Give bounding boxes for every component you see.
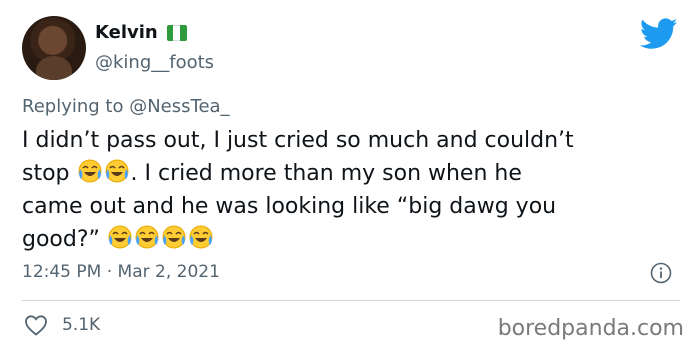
- tears-of-joy-emoji: [134, 224, 160, 250]
- author-handle[interactable]: @king__foots: [95, 52, 214, 73]
- author-row: Kelvin: [95, 22, 187, 43]
- nigeria-flag-icon: [166, 24, 187, 41]
- tears-of-joy-emoji: [161, 224, 187, 250]
- info-icon[interactable]: [650, 262, 672, 284]
- divider: [22, 300, 680, 301]
- like-button[interactable]: 5.1K: [24, 314, 100, 336]
- heart-icon: [25, 315, 47, 336]
- author-name[interactable]: Kelvin: [95, 22, 158, 43]
- tears-of-joy-emoji: [104, 158, 130, 184]
- replying-prefix: Replying to: [22, 96, 124, 117]
- tears-of-joy-emoji: [77, 158, 103, 184]
- tweet-line-2-end: . I cried more than my son when he: [130, 161, 522, 186]
- avatar[interactable]: [22, 16, 86, 80]
- tweet-line-2-start: stop: [22, 161, 70, 186]
- tears-of-joy-emoji: [188, 224, 214, 250]
- tweet-timestamp[interactable]: 12:45 PM · Mar 2, 2021: [22, 262, 220, 282]
- tweet-line-4-start: good?”: [22, 227, 100, 252]
- replying-mention[interactable]: @NessTea_: [129, 96, 229, 117]
- tears-of-joy-emoji: [107, 224, 133, 250]
- twitter-bird-icon: [640, 18, 678, 49]
- tweet-text: I didn’t pass out, I just cried so much …: [22, 124, 682, 256]
- tweet-line-3: came out and he was looking like “big da…: [22, 194, 557, 219]
- tweet-line-1: I didn’t pass out, I just cried so much …: [22, 128, 574, 153]
- like-count: 5.1K: [62, 315, 101, 335]
- replying-to: Replying to @NessTea_: [22, 96, 230, 117]
- watermark: boredpanda.com: [497, 316, 684, 341]
